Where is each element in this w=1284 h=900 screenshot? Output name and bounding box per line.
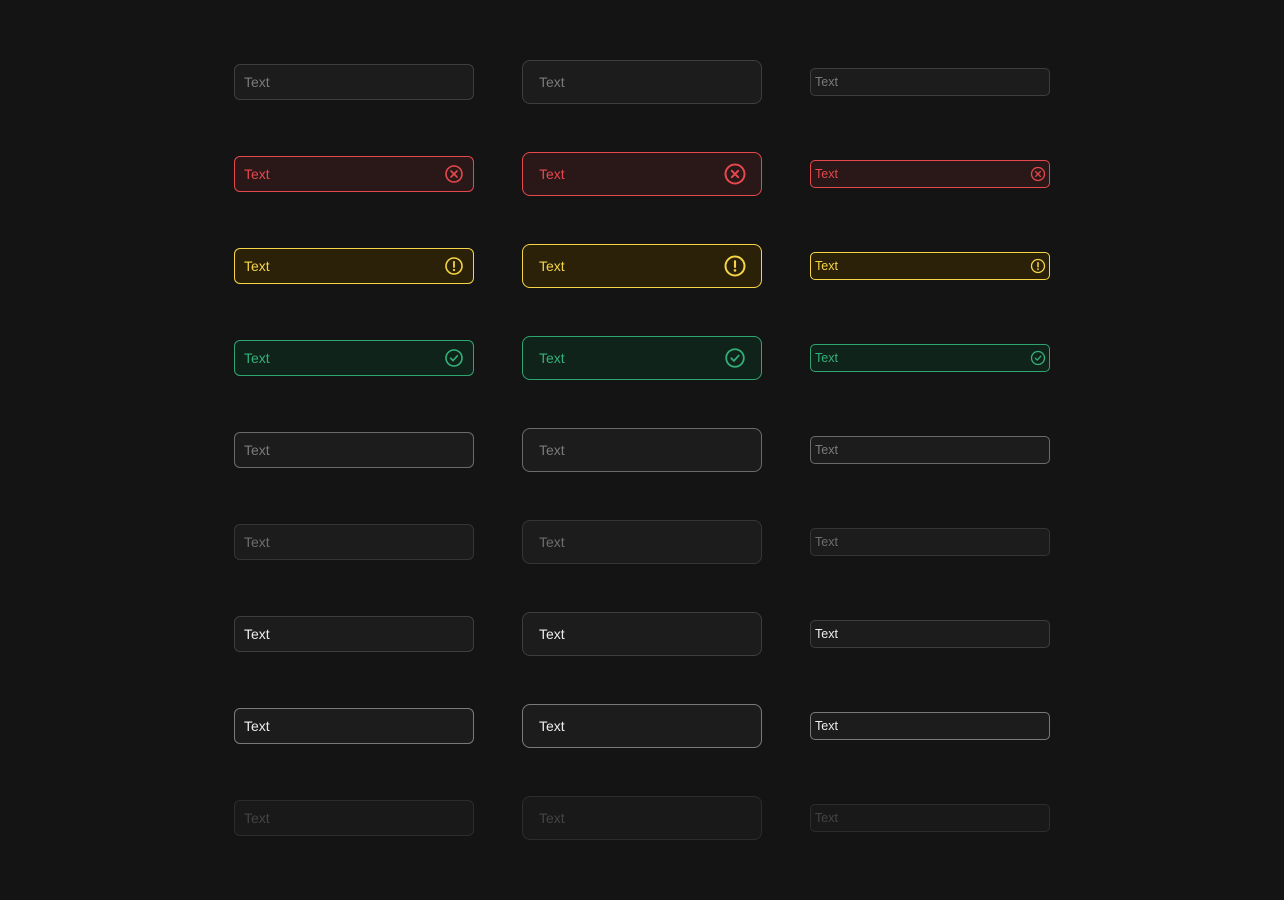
field-text: Text	[539, 166, 565, 182]
text-field-medium-disabled: Text	[234, 800, 474, 836]
field-text: Text	[244, 74, 270, 90]
field-text: Text	[539, 350, 565, 366]
field-text: Text	[244, 718, 270, 734]
text-field-small-warning[interactable]: Text	[810, 252, 1050, 280]
row-filled-active: Text Text Text	[0, 704, 1284, 748]
field-text: Text	[815, 259, 838, 273]
text-field-large-default[interactable]: Text	[522, 60, 762, 104]
field-text: Text	[539, 626, 565, 642]
text-field-small-success[interactable]: Text	[810, 344, 1050, 372]
text-field-small-hover[interactable]: Text	[810, 436, 1050, 464]
field-text: Text	[815, 75, 838, 89]
text-field-medium-error[interactable]: Text	[234, 156, 474, 192]
circle-x-icon	[1030, 166, 1046, 182]
text-field-medium-success[interactable]: Text	[234, 340, 474, 376]
circle-x-icon	[444, 164, 464, 184]
circle-check-icon	[724, 347, 746, 369]
field-text: Text	[815, 627, 838, 641]
field-text: Text	[815, 351, 838, 365]
field-text: Text	[815, 167, 838, 181]
text-field-medium-filled[interactable]: Text	[234, 616, 474, 652]
field-text: Text	[539, 442, 565, 458]
text-field-states-grid: Text Text Text Text Text Text Text Text …	[0, 0, 1284, 900]
text-field-large-disabled: Text	[522, 796, 762, 840]
field-text: Text	[244, 166, 270, 182]
text-field-large-filled-active[interactable]: Text	[522, 704, 762, 748]
text-field-medium-warning[interactable]: Text	[234, 248, 474, 284]
row-disabled: Text Text Text	[0, 796, 1284, 840]
text-field-small-disabled: Text	[810, 804, 1050, 832]
row-muted: Text Text Text	[0, 520, 1284, 564]
field-text: Text	[815, 719, 838, 733]
row-success: Text Text Text	[0, 336, 1284, 380]
field-text: Text	[815, 535, 838, 549]
field-text: Text	[539, 74, 565, 90]
field-text: Text	[539, 718, 565, 734]
text-field-large-success[interactable]: Text	[522, 336, 762, 380]
field-text: Text	[244, 350, 270, 366]
text-field-large-warning[interactable]: Text	[522, 244, 762, 288]
text-field-large-error[interactable]: Text	[522, 152, 762, 196]
field-text: Text	[244, 534, 270, 550]
circle-exclamation-icon	[1030, 258, 1046, 274]
field-text: Text	[815, 443, 838, 457]
row-hover: Text Text Text	[0, 428, 1284, 472]
text-field-medium-hover[interactable]: Text	[234, 432, 474, 468]
field-text: Text	[244, 626, 270, 642]
circle-check-icon	[444, 348, 464, 368]
text-field-medium-muted[interactable]: Text	[234, 524, 474, 560]
text-field-small-default[interactable]: Text	[810, 68, 1050, 96]
field-text: Text	[244, 258, 270, 274]
text-field-small-filled[interactable]: Text	[810, 620, 1050, 648]
text-field-small-filled-active[interactable]: Text	[810, 712, 1050, 740]
text-field-large-muted[interactable]: Text	[522, 520, 762, 564]
row-warning: Text Text Text	[0, 244, 1284, 288]
field-text: Text	[539, 810, 565, 826]
row-filled: Text Text Text	[0, 612, 1284, 656]
text-field-small-error[interactable]: Text	[810, 160, 1050, 188]
field-text: Text	[539, 258, 565, 274]
circle-check-icon	[1030, 350, 1046, 366]
text-field-medium-filled-active[interactable]: Text	[234, 708, 474, 744]
circle-exclamation-icon	[724, 255, 746, 277]
circle-x-icon	[724, 163, 746, 185]
text-field-large-filled[interactable]: Text	[522, 612, 762, 656]
row-error: Text Text Text	[0, 152, 1284, 196]
field-text: Text	[244, 442, 270, 458]
text-field-large-hover[interactable]: Text	[522, 428, 762, 472]
text-field-medium-default[interactable]: Text	[234, 64, 474, 100]
text-field-small-muted[interactable]: Text	[810, 528, 1050, 556]
field-text: Text	[539, 534, 565, 550]
circle-exclamation-icon	[444, 256, 464, 276]
row-default: Text Text Text	[0, 60, 1284, 104]
field-text: Text	[244, 810, 270, 826]
field-text: Text	[815, 811, 838, 825]
